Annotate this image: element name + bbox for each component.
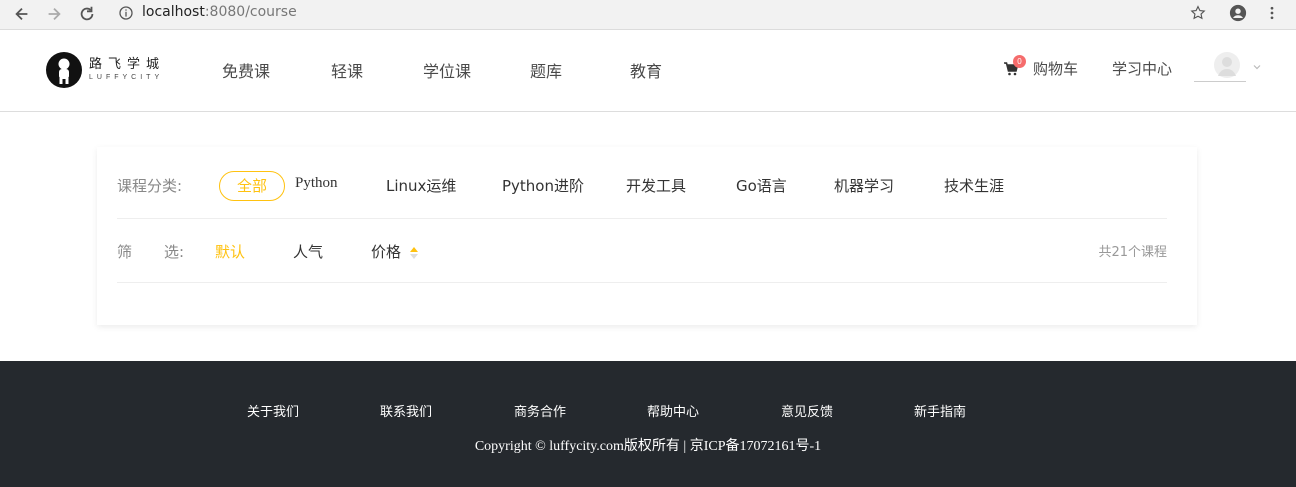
- cart-label: 购物车: [1033, 60, 1079, 78]
- nav-light-courses[interactable]: 轻课: [331, 58, 363, 82]
- course-count: 共21个课程: [1098, 245, 1167, 260]
- sort-price[interactable]: 价格: [371, 241, 401, 262]
- footer-feedback[interactable]: 意见反馈: [781, 401, 833, 420]
- sort-row: 筛 选: 默认 人气 价格 共21个课程: [117, 219, 1167, 283]
- sort-default[interactable]: 默认: [215, 241, 245, 262]
- site-footer: 关于我们 联系我们 商务合作 帮助中心 意见反馈 新手指南 Copyright …: [0, 361, 1296, 487]
- nav-degree-courses[interactable]: 学位课: [423, 58, 471, 82]
- logo-mark: [46, 52, 82, 88]
- nav-free-courses[interactable]: 免费课: [222, 58, 270, 82]
- sort-label-1: 筛: [117, 243, 133, 261]
- course-filter-panel: 课程分类: 全部 Python Linux运维 Python进阶 开发工具 Go…: [97, 147, 1197, 325]
- sort-popularity[interactable]: 人气: [293, 241, 323, 262]
- logo[interactable]: 路飞学城 LUFFYCITY: [46, 52, 165, 88]
- category-linux[interactable]: Linux运维: [386, 175, 456, 196]
- address-bar[interactable]: localhost:8080/course: [142, 3, 297, 21]
- bookmark-star-icon[interactable]: [1188, 3, 1208, 23]
- nav-question-bank[interactable]: 题库: [530, 58, 562, 82]
- category-machine-learning[interactable]: 机器学习: [834, 175, 894, 196]
- info-icon[interactable]: [116, 3, 136, 23]
- site-header: 路飞学城 LUFFYCITY 免费课 轻课 学位课 题库 教育 0 购物车 学习…: [0, 30, 1296, 112]
- footer-about[interactable]: 关于我们: [247, 401, 299, 420]
- nav-education[interactable]: 教育: [630, 58, 662, 82]
- logo-cn: 路飞学城: [89, 57, 166, 72]
- logo-text: 路飞学城 LUFFYCITY: [89, 57, 165, 83]
- logo-en: LUFFYCITY: [89, 74, 164, 81]
- footer-help[interactable]: 帮助中心: [647, 401, 699, 420]
- footer-guide[interactable]: 新手指南: [914, 401, 966, 420]
- footer-contact[interactable]: 联系我们: [380, 401, 432, 420]
- cart-count-badge: 0: [1013, 54, 1026, 68]
- footer-business[interactable]: 商务合作: [514, 401, 566, 420]
- category-career[interactable]: 技术生涯: [944, 175, 1004, 196]
- copyright-text: Copyright © luffycity.com版权所有 | 京ICP备170…: [474, 439, 822, 454]
- sort-label-2: 选:: [164, 243, 185, 261]
- category-row: 课程分类: 全部 Python Linux运维 Python进阶 开发工具 Go…: [117, 171, 1167, 219]
- user-avatar[interactable]: [1194, 52, 1246, 82]
- url-path: :8080/course: [204, 4, 297, 20]
- study-center-link[interactable]: 学习中心: [1112, 58, 1172, 79]
- category-label: 课程分类:: [117, 177, 183, 195]
- category-python-advanced[interactable]: Python进阶: [502, 175, 584, 196]
- cart-button[interactable]: 0 购物车: [1003, 54, 1079, 79]
- reload-icon[interactable]: [76, 3, 98, 25]
- url-host: localhost: [142, 4, 205, 20]
- category-python[interactable]: Python: [295, 175, 338, 192]
- category-dev-tools[interactable]: 开发工具: [626, 175, 686, 196]
- category-go[interactable]: Go语言: [736, 175, 787, 196]
- back-icon[interactable]: [11, 3, 33, 25]
- menu-dots-icon[interactable]: [1262, 3, 1282, 23]
- forward-icon[interactable]: [43, 3, 65, 25]
- browser-toolbar: localhost:8080/course: [0, 0, 1296, 30]
- cart-icon: 0: [1003, 54, 1026, 77]
- chevron-down-icon[interactable]: [1252, 57, 1262, 70]
- sort-arrows-icon[interactable]: [409, 245, 419, 259]
- category-all[interactable]: 全部: [219, 171, 285, 201]
- avatar-icon: [1214, 52, 1240, 78]
- account-icon[interactable]: [1228, 3, 1248, 23]
